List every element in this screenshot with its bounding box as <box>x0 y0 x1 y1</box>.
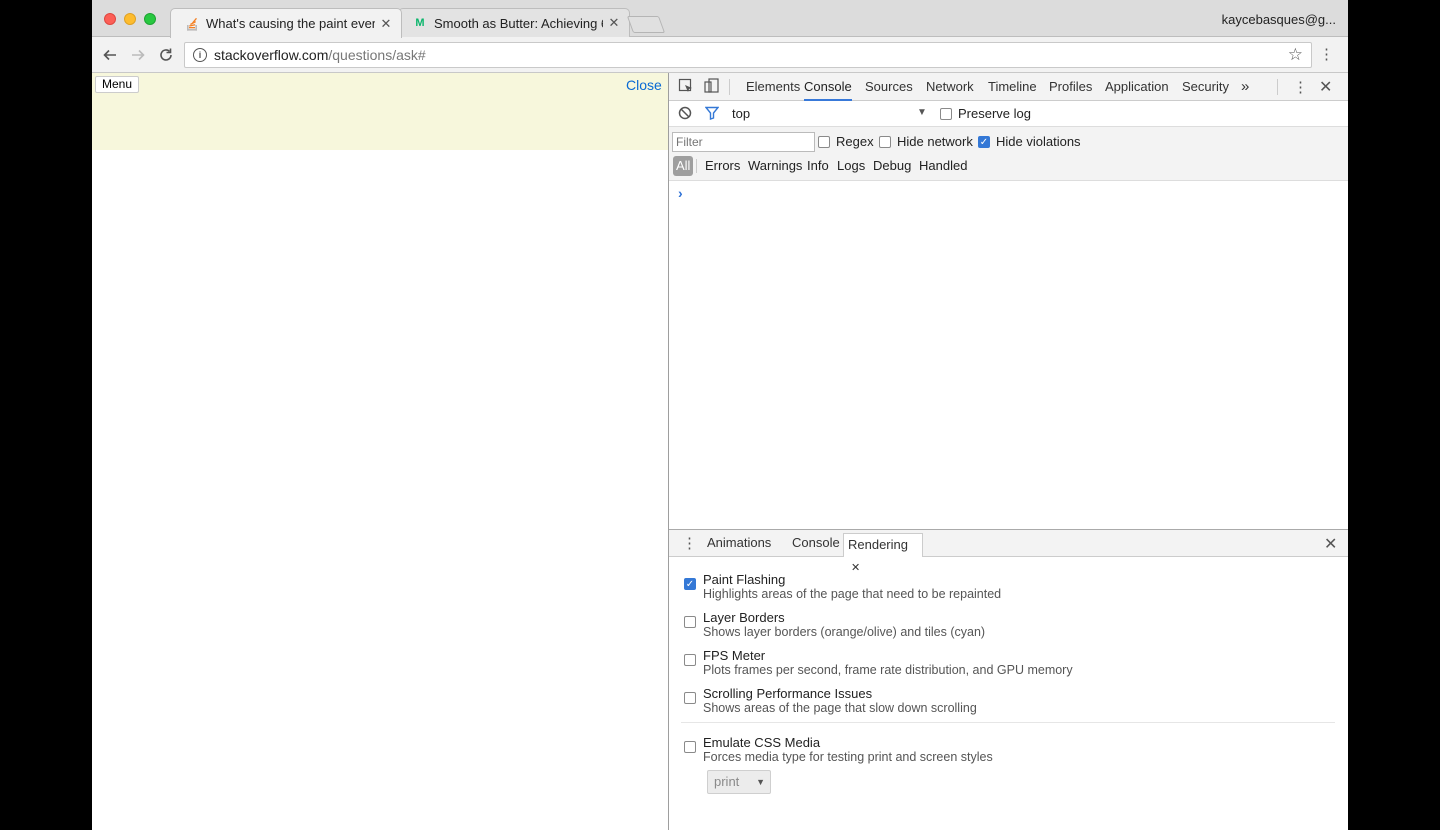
profile-name[interactable]: kaycebasques@g... <box>1222 12 1336 27</box>
hide-network-label: Hide network <box>897 134 973 149</box>
level-logs[interactable]: Logs <box>837 156 865 176</box>
forward-arrow-icon[interactable] <box>128 45 148 65</box>
layer-borders-checkbox[interactable] <box>684 616 696 628</box>
hide-violations-label: Hide violations <box>996 134 1081 149</box>
drawer-close-icon[interactable]: ✕ <box>1324 534 1337 554</box>
hide-violations-checkbox[interactable]: ✓ <box>978 136 990 148</box>
devtools-tab-bar: Elements Console Sources Network Timelin… <box>669 73 1348 101</box>
tab-strip: What's causing the paint event ✕ M Smoot… <box>92 0 1348 38</box>
tab-close-icon[interactable]: ✕ <box>607 15 621 31</box>
console-output[interactable]: › <box>669 181 1348 529</box>
console-prompt-icon: › <box>678 185 683 201</box>
level-info[interactable]: Info <box>807 156 829 176</box>
tab-application[interactable]: Application <box>1105 73 1169 101</box>
level-all[interactable]: All <box>673 156 694 176</box>
info-icon[interactable]: i <box>193 48 207 62</box>
window-zoom-button[interactable] <box>144 13 156 25</box>
regex-checkbox[interactable] <box>818 136 830 148</box>
scrolling-perf-desc: Shows areas of the page that slow down s… <box>703 701 977 715</box>
paint-flashing-title: Paint Flashing <box>703 572 786 587</box>
media-type-value: print <box>714 774 740 789</box>
tab-sources[interactable]: Sources <box>865 73 913 101</box>
more-tabs-icon[interactable]: » <box>1241 73 1249 101</box>
clear-console-icon[interactable] <box>678 106 692 124</box>
chrome-menu-icon[interactable]: ⋮ <box>1319 46 1334 64</box>
reload-icon[interactable] <box>156 45 176 65</box>
divider <box>681 722 1335 723</box>
drawer-tab-console[interactable]: Console <box>792 530 840 556</box>
tab-network[interactable]: Network <box>926 73 974 101</box>
hide-network-checkbox[interactable] <box>879 136 891 148</box>
browser-tab[interactable]: M Smooth as Butter: Achieving 6 ✕ <box>398 8 630 37</box>
emulate-media-checkbox[interactable] <box>684 741 696 753</box>
layer-borders-desc: Shows layer borders (orange/olive) and t… <box>703 625 986 639</box>
back-arrow-icon[interactable] <box>100 45 120 65</box>
fps-meter-desc: Plots frames per second, frame rate dist… <box>703 663 1073 677</box>
regex-label: Regex <box>836 134 874 149</box>
browser-tab-active[interactable]: What's causing the paint event ✕ <box>170 8 402 38</box>
page-viewport: Menu Close <box>92 73 668 830</box>
medium-icon: M <box>415 17 425 29</box>
tab-elements[interactable]: Elements <box>746 73 800 101</box>
bookmark-star-icon[interactable]: ☆ <box>1288 45 1303 65</box>
window-close-button[interactable] <box>104 13 116 25</box>
devtools-drawer: ⋮ Animations Console Rendering ✕ ✕ ✓ Pai… <box>669 529 1348 830</box>
console-filter-bar: Regex Hide network ✓ Hide violations All… <box>669 127 1348 181</box>
address-bar[interactable]: i stackoverflow.com/questions/ask# ☆ <box>184 42 1312 68</box>
close-tab-icon[interactable]: ✕ <box>851 562 860 574</box>
level-handled[interactable]: Handled <box>919 156 967 176</box>
devtools-panel: Elements Console Sources Network Timelin… <box>668 73 1348 830</box>
fps-meter-checkbox[interactable] <box>684 654 696 666</box>
level-errors[interactable]: Errors <box>705 156 740 176</box>
context-dropdown-icon[interactable]: ▼ <box>917 107 927 118</box>
tab-title: What's causing the paint event <box>206 16 375 31</box>
scrolling-perf-checkbox[interactable] <box>684 692 696 704</box>
context-select[interactable]: top <box>732 106 750 121</box>
preserve-log-checkbox[interactable] <box>940 108 952 120</box>
devtools-close-icon[interactable]: ✕ <box>1319 77 1332 97</box>
window-minimize-button[interactable] <box>124 13 136 25</box>
paint-flashing-checkbox[interactable]: ✓ <box>684 578 696 590</box>
tab-console[interactable]: Console <box>804 73 852 101</box>
drawer-tab-bar: ⋮ Animations Console Rendering ✕ ✕ <box>669 530 1348 574</box>
device-toolbar-icon[interactable] <box>704 78 720 98</box>
tab-timeline[interactable]: Timeline <box>988 73 1037 101</box>
preserve-log-label: Preserve log <box>958 106 1031 121</box>
stackoverflow-icon <box>185 17 199 31</box>
drawer-tab-rendering[interactable]: Rendering ✕ <box>843 533 923 574</box>
filter-icon[interactable] <box>704 106 720 124</box>
inspect-element-icon[interactable] <box>678 78 694 98</box>
drawer-menu-icon[interactable]: ⋮ <box>682 534 697 552</box>
browser-window: What's causing the paint event ✕ M Smoot… <box>92 0 1348 830</box>
tab-title: Smooth as Butter: Achieving 6 <box>434 15 603 31</box>
paint-flash-banner: Menu Close <box>92 73 668 150</box>
tab-close-icon[interactable]: ✕ <box>379 16 393 32</box>
fps-meter-title: FPS Meter <box>703 648 766 663</box>
url-host: stackoverflow.com <box>214 47 329 63</box>
new-tab-button[interactable] <box>626 16 666 33</box>
emulate-media-desc: Forces media type for testing print and … <box>703 750 993 764</box>
scrolling-perf-title: Scrolling Performance Issues <box>703 686 873 701</box>
emulate-media-title: Emulate CSS Media <box>703 735 821 750</box>
layer-borders-title: Layer Borders <box>703 610 785 625</box>
drawer-tab-rendering-label: Rendering <box>848 537 908 552</box>
url-path: /questions/ask# <box>328 47 426 63</box>
menu-button[interactable]: Menu <box>95 76 140 93</box>
filter-input[interactable] <box>672 132 815 152</box>
tab-security[interactable]: Security <box>1182 73 1229 101</box>
paint-flashing-desc: Highlights areas of the page that need t… <box>703 587 1002 601</box>
chevron-down-icon: ▼ <box>756 777 765 787</box>
tab-profiles[interactable]: Profiles <box>1049 73 1092 101</box>
level-debug[interactable]: Debug <box>873 156 911 176</box>
console-toolbar: top ▼ Preserve log <box>669 101 1348 127</box>
media-type-select[interactable]: print ▼ <box>707 770 771 794</box>
browser-toolbar: i stackoverflow.com/questions/ask# ☆ ⋮ <box>92 37 1348 73</box>
drawer-tab-animations[interactable]: Animations <box>707 530 771 556</box>
devtools-menu-icon[interactable]: ⋮ <box>1293 78 1308 96</box>
close-link[interactable]: Close <box>626 77 662 93</box>
level-warnings[interactable]: Warnings <box>748 156 802 176</box>
